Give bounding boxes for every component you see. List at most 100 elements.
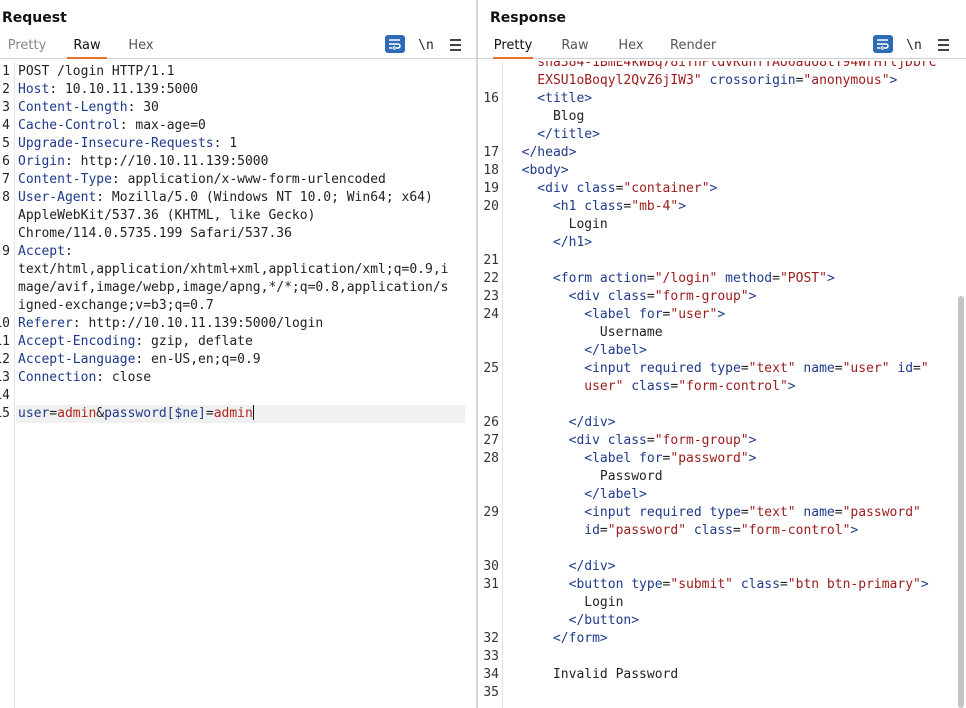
code-line: 18 <body> xyxy=(478,162,966,180)
token: = xyxy=(913,361,921,376)
show-newlines-button[interactable]: \n xyxy=(418,35,434,55)
token: Username xyxy=(506,325,663,340)
code-line: 23 <div class="form-group"> xyxy=(478,288,966,306)
code-line: 26 </div> xyxy=(478,414,966,432)
request-pane: Request Pretty Raw Hex \n 1 POST /login H… xyxy=(0,0,476,708)
token: = xyxy=(205,406,214,421)
token: : 30 xyxy=(127,100,159,115)
line-text: EXSU1oBoqyl2QvZ6jIW3" crossorigin="anony… xyxy=(506,72,897,90)
line-number: 12 xyxy=(0,352,10,367)
token: class xyxy=(686,523,733,538)
wrap-lines-icon[interactable] xyxy=(873,35,893,53)
line-text: Referer: http://10.10.11.139:5000/login xyxy=(18,315,323,333)
token: Password xyxy=(506,469,663,484)
tab-response-pretty[interactable]: Pretty xyxy=(493,38,533,59)
line-number: 13 xyxy=(0,370,10,385)
tab-response-raw[interactable]: Raw xyxy=(560,38,590,59)
tab-request-raw[interactable]: Raw xyxy=(67,38,107,59)
token: </head> xyxy=(506,145,577,160)
code-line: 24 <label for="user"> xyxy=(478,306,966,324)
token: id xyxy=(506,523,600,538)
request-editor[interactable]: 1 POST /login HTTP/1.1 2 Host: 10.10.11.139… xyxy=(0,61,476,708)
code-line: sha384-1BmE4kWBq78iYhFldvKuhfTAU6auU8tT9… xyxy=(478,61,966,72)
line-text: <label for="password"> xyxy=(506,450,756,468)
token: "btn btn-primary" xyxy=(787,577,921,592)
line-text: Login xyxy=(506,594,623,612)
token: <input xyxy=(506,361,632,376)
response-pane: Response Pretty Raw Hex Render \n sha384… xyxy=(478,0,966,708)
token: : close xyxy=(96,370,152,385)
code-line: 34 Invalid Password xyxy=(478,666,966,684)
line-text: </label> xyxy=(506,342,647,360)
line-text: text/html,application/xhtml+xml,applicat… xyxy=(18,261,448,279)
token: class xyxy=(733,577,780,592)
token: "form-control" xyxy=(678,379,788,394)
hamburger-menu-icon[interactable] xyxy=(448,35,462,55)
token: required type xyxy=(631,361,741,376)
line-number: 31 xyxy=(483,577,499,592)
request-tabs: Pretty Raw Hex \n xyxy=(0,35,476,59)
token: > xyxy=(920,577,929,592)
token: POST /login HTTP/1.1 xyxy=(18,64,175,79)
code-line: 30 </div> xyxy=(478,558,966,576)
token: : http://10.10.11.139:5000/login xyxy=(72,316,324,331)
token: action xyxy=(592,271,647,286)
code-line: 12 Accept-Language: en-US,en;q=0.9 xyxy=(0,351,476,369)
response-scrollbar[interactable] xyxy=(958,296,964,708)
token: " xyxy=(920,361,929,376)
token: = xyxy=(740,361,749,376)
line-number: 23 xyxy=(483,289,499,304)
line-number: 21 xyxy=(483,253,499,268)
code-line: 32 </form> xyxy=(478,630,966,648)
line-number: 26 xyxy=(483,415,499,430)
code-line: </label> xyxy=(478,486,966,504)
line-text: <label for="user"> xyxy=(506,306,725,324)
code-line: </label> xyxy=(478,342,966,360)
line-text: user=admin&password[$ne]=admin xyxy=(18,405,254,423)
tab-request-hex[interactable]: Hex xyxy=(127,38,155,59)
code-line: 21 xyxy=(478,252,966,270)
line-text: </title> xyxy=(506,126,600,144)
code-line: 19 <div class="container"> xyxy=(478,180,966,198)
token: : Mozilla/5.0 (Windows NT 10.0; Win64; x… xyxy=(96,190,433,205)
line-number: 30 xyxy=(483,559,499,574)
tab-response-hex[interactable]: Hex xyxy=(618,38,644,59)
code-line: 31 <button type="submit" class="btn btn-… xyxy=(478,576,966,594)
token: for xyxy=(631,307,663,322)
line-number: 3 xyxy=(2,100,10,115)
tab-response-render[interactable]: Render xyxy=(670,38,716,59)
line-number: 10 xyxy=(0,316,10,331)
line-text: Host: 10.10.11.139:5000 xyxy=(18,81,198,99)
token: : en-US,en;q=0.9 xyxy=(135,352,261,367)
line-text: POST /login HTTP/1.1 xyxy=(18,63,175,81)
token: = xyxy=(646,271,655,286)
token: igned-exchange;v=b3;q=0.7 xyxy=(18,298,214,313)
line-text: Origin: http://10.10.11.139:5000 xyxy=(18,153,268,171)
code-line: Password xyxy=(478,468,966,486)
hamburger-menu-icon[interactable] xyxy=(936,35,950,55)
line-number: 35 xyxy=(483,685,499,700)
line-text: <body> xyxy=(506,162,569,180)
code-line: EXSU1oBoqyl2QvZ6jIW3" crossorigin="anony… xyxy=(478,72,966,90)
tab-request-pretty[interactable]: Pretty xyxy=(7,38,47,59)
token: Upgrade-Insecure-Requests xyxy=(18,136,214,151)
code-line: 2 Host: 10.10.11.139:5000 xyxy=(0,81,476,99)
wrap-lines-icon[interactable] xyxy=(385,35,405,53)
code-line: Login xyxy=(478,216,966,234)
line-text: Accept-Language: en-US,en;q=0.9 xyxy=(18,351,261,369)
token: <div xyxy=(506,433,600,448)
code-line: 17 </head> xyxy=(478,144,966,162)
line-number: 34 xyxy=(483,667,499,682)
show-newlines-button[interactable]: \n xyxy=(906,35,922,55)
token: Connection xyxy=(18,370,97,385)
line-text: Cache-Control: max-age=0 xyxy=(18,117,206,135)
token: > xyxy=(826,271,835,286)
token: class xyxy=(568,181,616,196)
token: = xyxy=(646,289,655,304)
line-text: <input required type="text" name="passwo… xyxy=(506,504,921,522)
line-number: 6 xyxy=(2,154,10,169)
token: type xyxy=(623,577,663,592)
token: password[$ne] xyxy=(104,406,206,421)
token: > xyxy=(889,73,898,88)
line-text: Content-Type: application/x-www-form-url… xyxy=(18,171,386,189)
